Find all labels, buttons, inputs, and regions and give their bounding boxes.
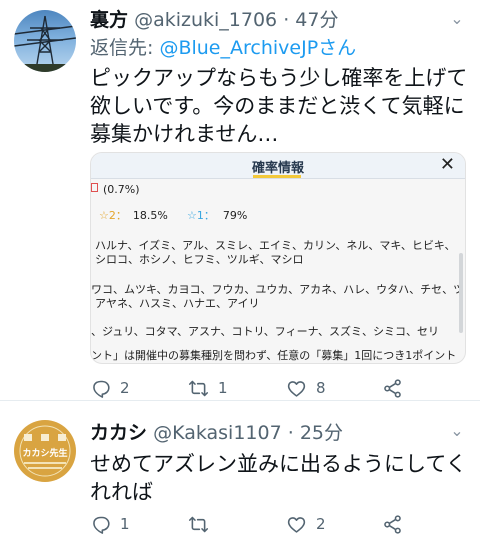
tweet[interactable]: 裏方 @akizuki_1706 · 47分 ⌄ 返信先: @Blue_Arch… bbox=[0, 0, 480, 400]
character-list-line: シロコ、ホシノ、ヒフミ、ツルギ、マシロ bbox=[95, 253, 304, 266]
star1-rate: ☆1： 79% bbox=[187, 209, 248, 222]
character-list-line: ント」は開催中の募集種別を問わず、任意の「募集」1回につき1ポイント bbox=[91, 349, 457, 362]
retweet-button[interactable] bbox=[188, 512, 218, 534]
reply-to-line: 返信先: @Blue_ArchiveJPさん bbox=[90, 36, 356, 60]
retweet-icon bbox=[188, 516, 209, 532]
tweet-text: ピックアップならもう少し確率を上げて欲しいです。今のままだと渋くて気軽に募集かけ… bbox=[90, 66, 468, 146]
timestamp[interactable]: · 25分 bbox=[288, 422, 343, 444]
character-list-line: ハルナ、イズミ、アル、スミレ、エイミ、カリン、ネル、マキ、ヒビキ、 bbox=[95, 239, 456, 252]
reply-to-handle[interactable]: @Blue_ArchiveJPさん bbox=[159, 37, 356, 59]
avatar[interactable]: カカシ先生 bbox=[14, 420, 76, 482]
reply-count: 2 bbox=[120, 379, 130, 397]
like-count: 8 bbox=[316, 379, 326, 397]
heart-icon bbox=[287, 516, 306, 533]
tweet-header: 裏方 @akizuki_1706 · 47分 bbox=[90, 8, 338, 32]
display-name[interactable]: 裏方 bbox=[90, 9, 128, 31]
tweet[interactable]: カカシ先生 カカシ @Kakasi1107 · 25分 ⌄ せめてアズレン並みに… bbox=[0, 400, 480, 534]
close-icon: ✕ bbox=[439, 154, 455, 175]
character-list-line: アヤネ、ハスミ、ハナエ、アイリ bbox=[95, 297, 260, 310]
display-name[interactable]: カカシ bbox=[90, 422, 147, 444]
reply-button[interactable]: 2 bbox=[90, 376, 130, 400]
dialog-titlebar: 確率情報 ✕ bbox=[91, 153, 465, 179]
like-count: 2 bbox=[316, 515, 326, 533]
share-icon bbox=[384, 514, 401, 534]
tweet-actions: 2 1 8 bbox=[90, 376, 470, 400]
tweet-actions: 1 2 bbox=[90, 512, 470, 534]
share-button[interactable] bbox=[382, 376, 403, 400]
tweet-header: カカシ @Kakasi1107 · 25分 bbox=[90, 421, 343, 445]
reply-count: 1 bbox=[120, 515, 130, 533]
rarity-marker bbox=[91, 183, 98, 192]
reply-button[interactable]: 1 bbox=[90, 512, 130, 534]
chevron-down-icon[interactable]: ⌄ bbox=[448, 10, 466, 28]
share-button[interactable] bbox=[382, 512, 403, 534]
character-list-line: 、ジュリ、コタマ、アスナ、コトリ、フィーナ、スズミ、シミコ、セリ bbox=[91, 325, 440, 338]
reply-icon bbox=[93, 516, 110, 534]
user-handle[interactable]: @Kakasi1107 bbox=[153, 422, 282, 444]
tweet-image[interactable]: 確率情報 ✕ (0.7%) ☆2： 18.5% ☆1： 79% ハルナ、イズミ、アル… bbox=[90, 152, 466, 364]
avatar-text: カカシ先生 bbox=[22, 449, 68, 459]
title-underline bbox=[253, 175, 301, 178]
tweet-text: せめてアズレン並みに出るようにしてくれれば bbox=[90, 452, 467, 504]
timestamp[interactable]: · 47分 bbox=[283, 9, 338, 31]
retweet-count: 1 bbox=[218, 379, 228, 397]
retweet-icon bbox=[188, 380, 209, 396]
scrollbar bbox=[459, 253, 463, 333]
reply-to-prefix: 返信先: bbox=[90, 37, 160, 59]
avatar[interactable] bbox=[14, 10, 76, 72]
share-icon bbox=[384, 378, 401, 398]
rate-line: (0.7%) bbox=[103, 183, 140, 196]
retweet-button[interactable]: 1 bbox=[188, 376, 228, 400]
like-button[interactable]: 2 bbox=[286, 512, 326, 534]
character-list-line: ワコ、ムツキ、カヨコ、フウカ、ユウカ、アカネ、ハレ、ウタハ、チセ、ツ bbox=[91, 283, 465, 296]
reply-icon bbox=[93, 380, 110, 398]
power-tower-image bbox=[14, 15, 76, 72]
star2-rate: ☆2： 18.5% bbox=[99, 209, 168, 222]
dialog-title: 確率情報 bbox=[251, 161, 304, 176]
heart-icon bbox=[287, 380, 306, 397]
like-button[interactable]: 8 bbox=[286, 376, 326, 400]
chevron-down-icon[interactable]: ⌄ bbox=[448, 422, 466, 440]
user-handle[interactable]: @akizuki_1706 bbox=[134, 9, 277, 31]
